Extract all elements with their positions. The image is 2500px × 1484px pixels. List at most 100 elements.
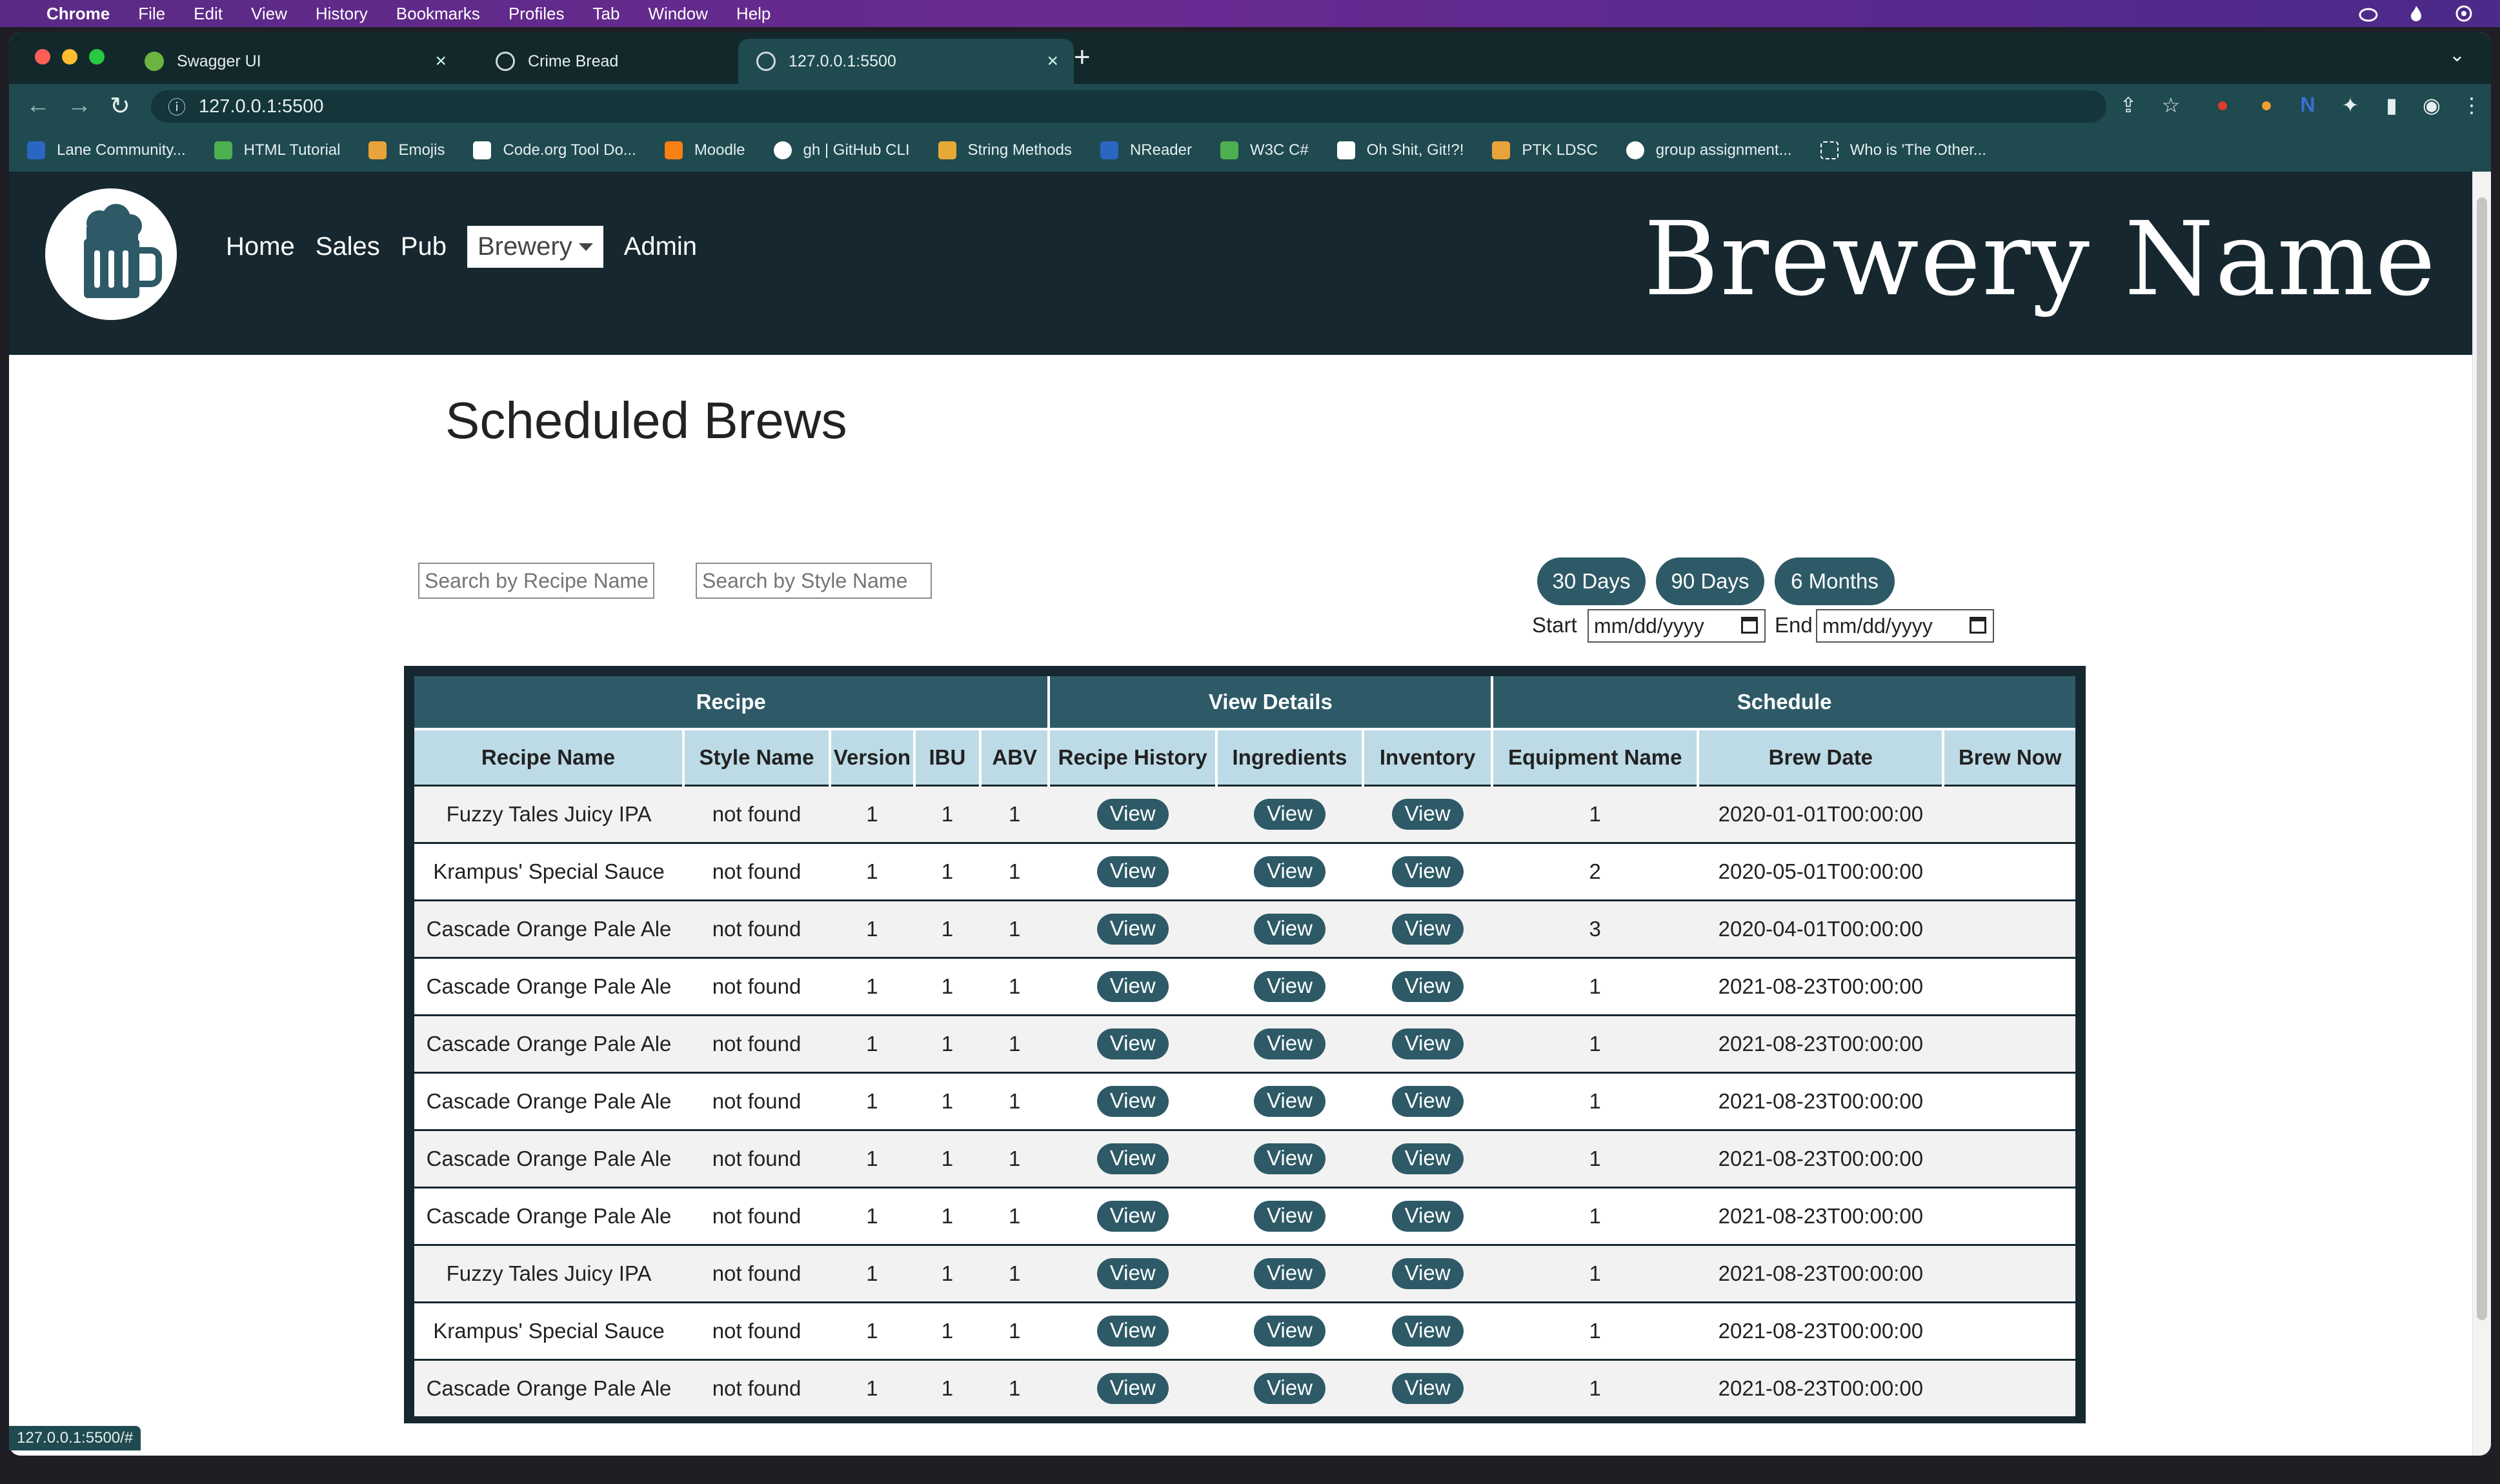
col-ibu[interactable]: IBU [914,728,982,786]
n-extension-icon[interactable]: N [2295,93,2321,119]
honey-icon[interactable]: ● [2253,93,2279,119]
col-ingredients[interactable]: Ingredients [1216,728,1364,786]
beer-mug-logo-icon[interactable] [45,188,177,320]
flame-icon[interactable] [2406,5,2426,23]
airdrop-icon[interactable] [2454,5,2474,23]
menu-window[interactable]: Window [648,4,707,24]
view-recipe-history-button[interactable]: View [1096,1143,1169,1174]
nav-home[interactable]: Home [226,232,295,261]
view-inventory-button[interactable]: View [1391,1373,1464,1404]
bookmark-html-tutorial[interactable]: HTML Tutorial [214,141,340,159]
bookmark-github-cli[interactable]: gh | GitHub CLI [773,141,910,159]
bookmark-oh-shit-git[interactable]: Oh Shit, Git!?! [1336,141,1464,159]
range-90-days-button[interactable]: 90 Days [1656,557,1764,605]
brew-now-cell[interactable] [1943,842,2075,901]
bookmark-string-methods[interactable]: String Methods [938,141,1072,159]
brew-now-cell[interactable] [1943,1014,2075,1073]
col-brew-now[interactable]: Brew Now [1943,728,2075,786]
view-recipe-history-button[interactable]: View [1096,856,1169,887]
brew-now-cell[interactable] [1943,785,2075,843]
bookmark-ptk-ldsc[interactable]: PTK LDSC [1492,141,1598,159]
back-arrow-icon[interactable]: ← [26,92,50,119]
nav-brewery-dropdown[interactable]: Brewery [467,226,603,268]
view-inventory-button[interactable]: View [1391,1201,1464,1232]
col-abv[interactable]: ABV [980,728,1051,786]
view-inventory-button[interactable]: View [1391,1028,1464,1059]
scrollbar-thumb[interactable] [2477,197,2487,1320]
col-brew-date[interactable]: Brew Date [1698,728,1945,786]
view-ingredients-button[interactable]: View [1253,1143,1326,1174]
bookmark-codeorg[interactable]: Code.org Tool Do... [473,141,636,159]
new-tab-icon[interactable]: + [1074,41,1091,74]
calendar-icon[interactable] [1970,617,1986,634]
view-recipe-history-button[interactable]: View [1096,971,1169,1002]
creative-cloud-icon[interactable] [2358,5,2379,23]
view-ingredients-button[interactable]: View [1253,1028,1326,1059]
menu-profiles[interactable]: Profiles [509,4,565,24]
view-inventory-button[interactable]: View [1391,1086,1464,1117]
menu-edit[interactable]: Edit [194,4,223,24]
view-recipe-history-button[interactable]: View [1096,1373,1169,1404]
end-date-input[interactable]: mm/dd/yyyy [1816,609,1994,643]
view-ingredients-button[interactable]: View [1253,1316,1326,1347]
nav-pub[interactable]: Pub [401,232,447,261]
brew-now-cell[interactable] [1943,899,2075,958]
bookmark-who-is-the-other[interactable]: Who is 'The Other... [1820,141,1986,159]
bookmark-emojis[interactable]: Emojis [368,141,445,159]
menu-file[interactable]: File [138,4,165,24]
col-inventory[interactable]: Inventory [1362,728,1494,786]
brew-now-cell[interactable] [1943,1301,2075,1360]
view-inventory-button[interactable]: View [1391,971,1464,1002]
col-equipment-name[interactable]: Equipment Name [1492,728,1700,786]
brew-now-cell[interactable] [1943,1359,2075,1416]
tab-localhost[interactable]: 127.0.0.1:5500 × [738,39,1074,84]
col-version[interactable]: Version [829,728,916,786]
close-icon[interactable]: × [435,50,447,72]
bookmark-moodle[interactable]: Moodle [664,141,745,159]
view-recipe-history-button[interactable]: View [1096,914,1169,945]
view-ingredients-button[interactable]: View [1253,971,1326,1002]
close-icon[interactable]: × [1047,50,1058,72]
profile-avatar-icon[interactable]: ◉ [2419,93,2445,119]
bookmark-lane[interactable]: Lane Community... [27,141,186,159]
col-recipe-history[interactable]: Recipe History [1049,728,1218,786]
view-inventory-button[interactable]: View [1391,1258,1464,1289]
star-icon[interactable]: ☆ [2158,93,2184,119]
brew-now-cell[interactable] [1943,1072,2075,1130]
more-menu-icon[interactable]: ⋮ [2459,93,2485,119]
nav-sales[interactable]: Sales [316,232,380,261]
puzzle-icon[interactable]: ✦ [2337,93,2363,119]
range-6-months-button[interactable]: 6 Months [1775,557,1895,605]
bookmark-group-assignment[interactable]: group assignment... [1626,141,1792,159]
minimize-window-button[interactable] [62,49,77,65]
view-ingredients-button[interactable]: View [1253,856,1326,887]
info-icon[interactable]: ⓘ [168,94,186,119]
menu-bookmarks[interactable]: Bookmarks [396,4,480,24]
brew-now-cell[interactable] [1943,1244,2075,1303]
menu-view[interactable]: View [251,4,287,24]
bookmark-w3c-csharp[interactable]: W3C C# [1220,141,1309,159]
view-ingredients-button[interactable]: View [1253,1201,1326,1232]
close-window-button[interactable] [35,49,50,65]
start-date-input[interactable]: mm/dd/yyyy [1588,609,1766,643]
view-ingredients-button[interactable]: View [1253,1373,1326,1404]
bookmark-nreader[interactable]: NReader [1100,141,1192,159]
view-ingredients-button[interactable]: View [1253,1258,1326,1289]
menu-help[interactable]: Help [736,4,771,24]
page-scrollbar[interactable] [2472,172,2491,1456]
nav-admin[interactable]: Admin [624,232,697,261]
view-ingredients-button[interactable]: View [1253,914,1326,945]
calendar-icon[interactable] [1741,617,1758,634]
view-recipe-history-button[interactable]: View [1096,1316,1169,1347]
col-recipe-name[interactable]: Recipe Name [414,728,685,786]
reload-icon[interactable]: ↻ [110,92,130,121]
range-30-days-button[interactable]: 30 Days [1537,557,1646,605]
ublock-icon[interactable]: ● [2210,93,2235,119]
sidebar-icon[interactable]: ▮ [2379,93,2404,119]
forward-arrow-icon[interactable]: → [67,92,92,119]
view-inventory-button[interactable]: View [1391,914,1464,945]
brew-now-cell[interactable] [1943,1129,2075,1188]
view-recipe-history-button[interactable]: View [1096,1028,1169,1059]
menu-history[interactable]: History [316,4,368,24]
view-ingredients-button[interactable]: View [1253,1086,1326,1117]
